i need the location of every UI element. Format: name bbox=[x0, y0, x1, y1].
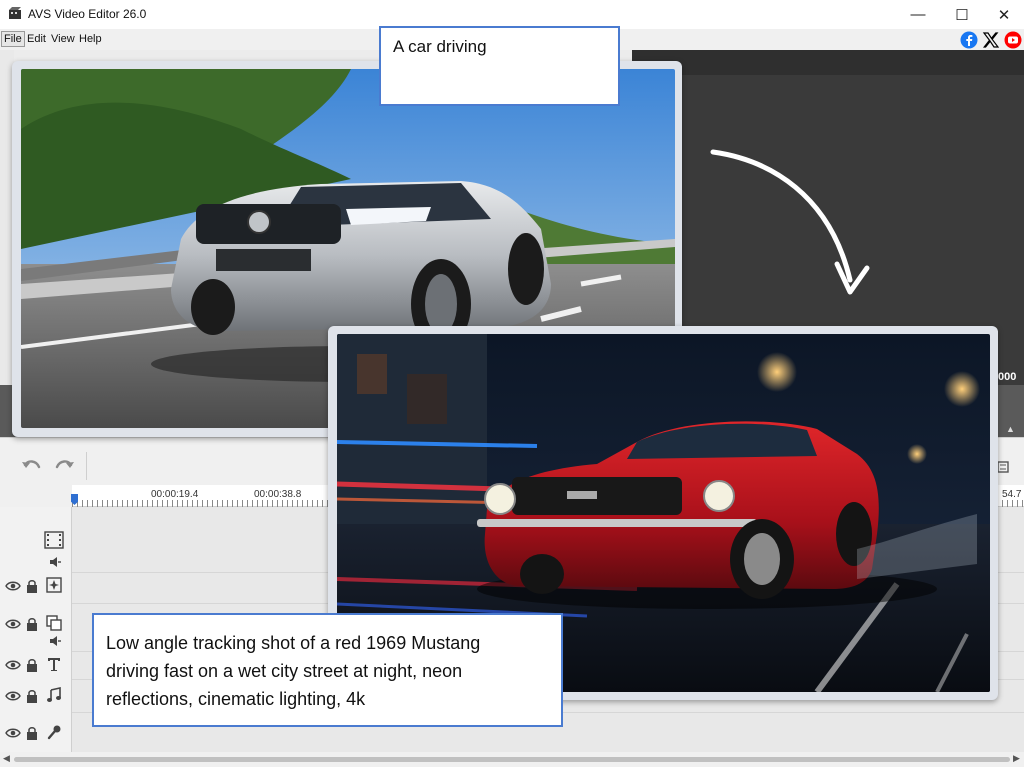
title-bar: AVS Video Editor 26.0 — ☐ ✕ bbox=[0, 0, 1024, 29]
scroll-right-icon[interactable]: ▶ bbox=[1013, 753, 1020, 764]
lock-icon[interactable] bbox=[24, 688, 40, 704]
expand-up-icon[interactable]: ▲ bbox=[1006, 424, 1015, 434]
youtube-icon[interactable] bbox=[1004, 31, 1022, 49]
ruler-gutter bbox=[0, 485, 72, 507]
app-icon bbox=[9, 7, 21, 19]
window-title: AVS Video Editor 26.0 bbox=[28, 7, 147, 21]
facebook-icon[interactable] bbox=[960, 31, 978, 49]
scroll-left-icon[interactable]: ◀ bbox=[3, 753, 10, 764]
x-icon[interactable] bbox=[982, 31, 1000, 49]
undo-icon[interactable] bbox=[20, 456, 44, 476]
caption-line: Low angle tracking shot of a red 1969 Mu… bbox=[106, 633, 481, 653]
caption-box-detailed: Low angle tracking shot of a red 1969 Mu… bbox=[92, 613, 563, 727]
menu-help[interactable]: Help bbox=[77, 32, 104, 46]
preview-header bbox=[632, 50, 1024, 75]
close-button[interactable]: ✕ bbox=[982, 0, 1024, 29]
lock-icon[interactable] bbox=[24, 657, 40, 673]
lock-icon[interactable] bbox=[24, 725, 40, 741]
ruler-label: 54.7 bbox=[1002, 489, 1022, 500]
overlay-icon bbox=[46, 615, 62, 631]
music-icon bbox=[47, 687, 61, 702]
caption-short-text: A car driving bbox=[393, 37, 487, 56]
maximize-button[interactable]: ☐ bbox=[940, 0, 984, 29]
microphone-icon bbox=[47, 725, 61, 740]
eye-icon[interactable] bbox=[5, 657, 21, 673]
redo-icon[interactable] bbox=[52, 456, 76, 476]
curved-arrow-icon bbox=[710, 149, 870, 295]
speaker-mute-icon[interactable] bbox=[48, 555, 62, 569]
caption-line: reflections, cinematic lighting, 4k bbox=[106, 689, 366, 709]
text-icon bbox=[48, 658, 60, 671]
toolbar-divider bbox=[86, 452, 87, 480]
scrollbar-thumb[interactable] bbox=[14, 757, 1010, 762]
eye-icon[interactable] bbox=[5, 725, 21, 741]
minimize-button[interactable]: — bbox=[896, 0, 940, 29]
speaker-mute-icon[interactable] bbox=[48, 634, 62, 648]
eye-icon[interactable] bbox=[5, 616, 21, 632]
time-readout: .000 bbox=[995, 371, 1017, 383]
film-icon bbox=[44, 531, 64, 549]
lock-icon[interactable] bbox=[24, 578, 40, 594]
caption-line: driving fast on a wet city street at nig… bbox=[106, 661, 463, 681]
menu-file[interactable]: File bbox=[1, 31, 25, 47]
caption-box-short: A car driving bbox=[379, 26, 620, 106]
effects-icon bbox=[46, 577, 62, 593]
menu-edit[interactable]: Edit bbox=[25, 32, 48, 46]
menu-view[interactable]: View bbox=[49, 32, 77, 46]
ruler-label: 00:00:38.8 bbox=[254, 489, 302, 500]
eye-icon[interactable] bbox=[5, 578, 21, 594]
fit-timeline-icon[interactable] bbox=[996, 460, 1010, 474]
ruler-label: 00:00:19.4 bbox=[151, 489, 199, 500]
eye-icon[interactable] bbox=[5, 688, 21, 704]
lock-icon[interactable] bbox=[24, 616, 40, 632]
